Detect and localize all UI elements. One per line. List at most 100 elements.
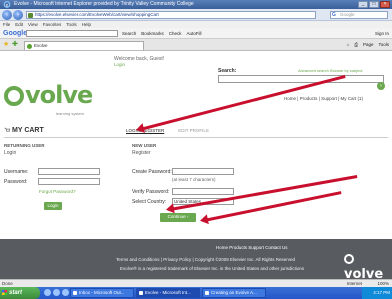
new-user-title: NEW USER (132, 143, 157, 148)
start-button[interactable]: start (0, 287, 40, 299)
continue-button[interactable]: Continue › (160, 213, 196, 222)
status-text: Done (2, 281, 13, 286)
quick-launch-desktop-icon[interactable] (53, 289, 60, 296)
quick-launch (44, 289, 69, 296)
menu-view[interactable]: View (28, 21, 38, 28)
password-label: Password: (4, 179, 28, 185)
start-label: start (9, 290, 23, 296)
footer-logo-ring-icon (344, 254, 354, 264)
task-creating[interactable]: Creating an Evolve A... (202, 288, 266, 298)
quick-launch-ie-icon[interactable] (44, 289, 51, 296)
menu-help[interactable]: Help (82, 21, 91, 28)
create-password-label: Create Password: (132, 169, 172, 175)
username-input[interactable] (38, 168, 100, 175)
my-cart-heading: MY CART (12, 127, 44, 134)
top-nav-links[interactable]: Home | Products | Support | My Cart (1) (284, 96, 363, 101)
close-button[interactable]: × (380, 1, 390, 8)
step-edit-profile[interactable]: EDIT PROFILE (178, 128, 209, 133)
task-outlook[interactable]: Inbox - Microsoft Out... (70, 288, 134, 298)
browser-search-placeholder: Google (340, 12, 355, 17)
site-search-input[interactable] (218, 75, 384, 83)
zoom-level[interactable]: 100% (377, 280, 389, 287)
task-creating-label: Creating an Evolve A... (211, 290, 257, 295)
returning-user-title: RETURNING USER (4, 143, 45, 148)
tab-evolve[interactable]: Evolve (24, 41, 144, 50)
search-go-button[interactable]: › (377, 82, 385, 90)
ie-icon: e (3, 1, 11, 8)
google-toolbar: Google Search Bookmarks Check AutoFill S… (0, 28, 392, 39)
add-favorite-icon[interactable]: ✚ (12, 41, 18, 49)
menu-favorites[interactable]: Favorites (43, 21, 62, 28)
windows-flag-icon (2, 290, 7, 295)
menu-file[interactable]: File (3, 21, 10, 28)
verify-password-label: Verify Password: (132, 189, 170, 195)
footer-evolve-logo: volve (344, 252, 392, 282)
footer-links[interactable]: Home Products Support Contact Us (216, 245, 288, 250)
google-search-button[interactable]: Search (122, 28, 136, 39)
verify-password-input[interactable] (172, 188, 234, 195)
task-evolve[interactable]: Evolve - Microsoft Int... (136, 288, 200, 298)
google-logo: Google (3, 30, 28, 37)
advanced-search-links[interactable]: Advanced search Browse by subject (298, 68, 362, 73)
menu-bar: File Edit View Favorites Tools Help (0, 21, 392, 28)
google-search-input[interactable] (26, 30, 118, 37)
url-field[interactable]: https://evolve.elsevier.com/EvolveWeb/ca… (26, 11, 316, 19)
tab-favicon-icon (27, 44, 32, 49)
forgot-password-link[interactable]: Forgot Password? (39, 189, 76, 194)
window-titlebar: e Evolve - Microsoft Internet Explorer p… (0, 0, 392, 9)
home-icon[interactable]: ⌂ (347, 40, 350, 50)
outlook-icon (73, 291, 77, 295)
header-login-link[interactable]: Login (114, 62, 125, 67)
divider (4, 137, 388, 138)
forward-button[interactable]: › (13, 10, 23, 20)
task-evolve-label: Evolve - Microsoft Int... (145, 290, 191, 295)
evolve-logo-text: volve (25, 81, 93, 109)
password-input[interactable] (38, 178, 100, 185)
login-button[interactable]: Login (44, 202, 62, 210)
create-password-input[interactable] (172, 168, 234, 175)
lock-icon (28, 13, 33, 18)
ie-task-icon (139, 291, 143, 295)
security-zone: Internet (346, 281, 362, 286)
favorites-star-icon[interactable]: ★ (3, 41, 9, 49)
task-outlook-label: Inbox - Microsoft Out... (79, 290, 125, 295)
footer-trademark: Evolve® is a registered trademark of Els… (120, 266, 305, 271)
google-signin-link[interactable]: Sign In (375, 28, 389, 39)
windows-taskbar: start Inbox - Microsoft Out... Evolve - … (0, 287, 392, 299)
tools-menu[interactable]: Tools (378, 40, 389, 50)
menu-edit[interactable]: Edit (15, 21, 23, 28)
maximize-button[interactable]: □ (369, 1, 379, 8)
system-tray: 4:17 PM (362, 287, 392, 299)
country-label: Select Country: (132, 199, 167, 205)
google-autofill-button[interactable]: AutoFill (187, 28, 202, 39)
print-icon[interactable]: ⎙ (354, 40, 358, 50)
new-user-subtitle: Register (132, 150, 151, 156)
tab-bar: ★ ✚ Evolve ⌂ ⎙ Page Tools (0, 39, 392, 51)
web-page: Welcome back, Guest! Login volve learnin… (0, 51, 392, 282)
continue-label: Continue (167, 214, 186, 219)
returning-user-subtitle: Login (4, 150, 17, 156)
back-button[interactable]: ‹ (2, 10, 12, 20)
google-bookmarks-button[interactable]: Bookmarks (141, 28, 164, 39)
username-label: Username: (4, 169, 29, 175)
menu-tools[interactable]: Tools (66, 21, 77, 28)
site-search-label: Search: (218, 68, 237, 74)
evolve-logo[interactable]: volve (4, 81, 93, 109)
logo-tagline: learning system (56, 111, 85, 116)
page-menu[interactable]: Page (363, 40, 374, 50)
clock: 4:17 PM (373, 290, 390, 295)
window-title: Evolve - Microsoft Internet Explorer pro… (14, 1, 194, 7)
address-toolbar: ‹ › https://evolve.elsevier.com/EvolveWe… (0, 9, 392, 21)
evolve-logo-ring-icon (4, 86, 24, 106)
arrow-right-icon: › (186, 214, 189, 219)
svg-text:e: e (6, 4, 9, 8)
word-icon (205, 291, 209, 295)
minimize-button[interactable]: _ (358, 1, 368, 8)
quick-launch-outlook-icon[interactable] (62, 289, 69, 296)
google-icon: G (332, 12, 336, 18)
tab-label: Evolve (34, 43, 48, 48)
footer-terms[interactable]: Terms and Conditions | Privacy Policy | … (116, 257, 295, 262)
google-check-button[interactable]: Check (169, 28, 182, 39)
cart-icon (4, 127, 10, 132)
browser-search-input[interactable]: G Google (330, 11, 388, 19)
